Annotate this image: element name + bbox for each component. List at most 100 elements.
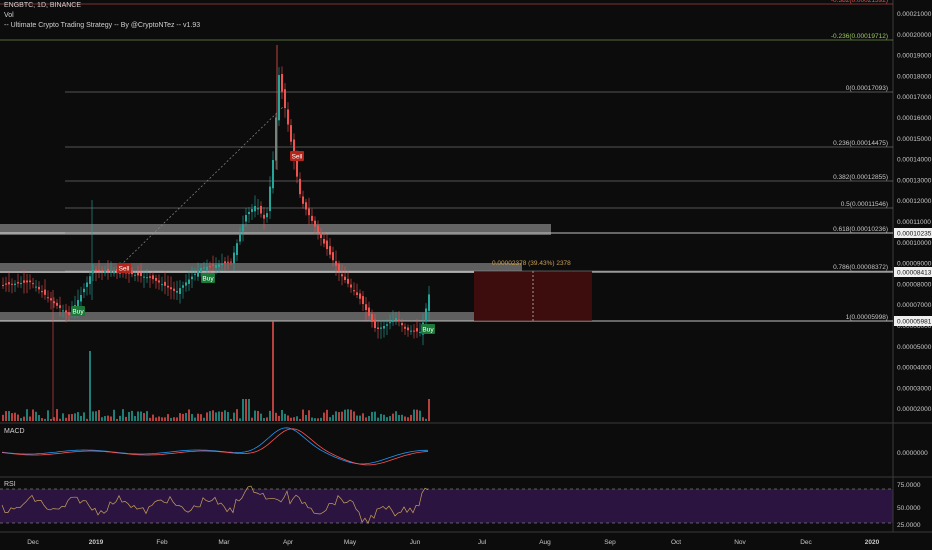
volume-bar — [107, 415, 109, 421]
volume-bar — [308, 410, 310, 421]
price-axis-tick: 0.00014000 — [897, 157, 932, 164]
volume-bar — [32, 409, 34, 421]
volume-bar — [326, 409, 328, 421]
candle-body — [407, 327, 409, 331]
candle-body — [134, 274, 136, 276]
candle-body — [146, 277, 148, 279]
sell-signal-text: Sell — [292, 154, 303, 161]
volume-bar — [113, 409, 115, 421]
volume-bar — [164, 417, 166, 421]
candle-body — [35, 286, 37, 288]
candle-body — [299, 178, 301, 195]
volume-bar — [41, 418, 43, 421]
volume-bar — [260, 413, 262, 421]
current-price-label: 0.00005981 — [897, 319, 932, 326]
candle-body — [344, 276, 346, 280]
volume-bar — [155, 417, 157, 421]
time-axis-tick: Nov — [734, 539, 746, 546]
price-axis-tick: 0.00009000 — [897, 261, 932, 268]
volume-bar — [218, 411, 220, 421]
price-axis-tick: 0.00005000 — [897, 344, 932, 351]
candle-body — [278, 75, 280, 121]
volume-bar — [80, 415, 82, 421]
chart-background — [0, 0, 932, 550]
volume-bar — [209, 411, 211, 421]
trading-chart[interactable]: 0.00002378 (39.43%) 2378 -0.382(0.000213… — [0, 0, 932, 550]
volume-bar — [110, 416, 112, 421]
candle-body — [257, 208, 259, 210]
volume-bar — [293, 417, 295, 421]
volume-bar — [320, 417, 322, 421]
candle-body — [188, 279, 190, 284]
volume-bar — [65, 417, 67, 421]
volume-bar — [95, 411, 97, 421]
candle-body — [212, 264, 214, 266]
candle-body — [425, 308, 427, 321]
volume-bar — [344, 409, 346, 421]
candle-body — [314, 220, 316, 227]
candle-body — [281, 74, 283, 92]
candle-body — [194, 273, 196, 275]
candle-body — [164, 281, 166, 286]
candle-body — [95, 269, 97, 271]
volume-bar — [89, 351, 91, 421]
volume-bar — [290, 417, 292, 421]
volume-bar — [272, 321, 274, 421]
volume-bar — [101, 417, 103, 421]
price-axis-tick: 0.00020000 — [897, 32, 932, 39]
candle-body — [104, 270, 106, 274]
volume-bar — [395, 411, 397, 421]
candle-body — [17, 282, 19, 284]
volume-bar — [158, 416, 160, 421]
time-axis-tick: Mar — [218, 539, 230, 546]
volume-bar — [2, 414, 4, 421]
volume-bar — [386, 417, 388, 421]
volume-indicator-label[interactable]: Vol — [4, 12, 14, 19]
candle-body — [23, 280, 25, 283]
candle-body — [92, 270, 94, 274]
fib-level-label: 1(0.00005998) — [846, 314, 888, 321]
volume-bar — [170, 417, 172, 421]
strategy-indicator-label[interactable]: -- Ultimate Crypto Trading Strategy -- B… — [4, 22, 200, 29]
volume-bar — [422, 417, 424, 421]
candle-body — [404, 326, 406, 329]
candle-body — [305, 202, 307, 210]
volume-bar — [167, 414, 169, 421]
volume-bar — [407, 417, 409, 421]
candle-body — [173, 288, 175, 291]
candle-body — [206, 266, 208, 271]
rsi-axis-tick-50: 50.0000 — [897, 505, 921, 512]
rsi-band — [0, 489, 893, 523]
volume-bar — [371, 411, 373, 421]
candle-body — [149, 276, 151, 278]
macd-panel-label[interactable]: MACD — [4, 428, 25, 435]
candle-body — [332, 252, 334, 261]
candle-body — [413, 330, 415, 332]
volume-bar — [374, 411, 376, 421]
volume-bar — [5, 411, 7, 421]
volume-bar — [329, 417, 331, 421]
candle-body — [248, 212, 250, 215]
candle-body — [236, 243, 238, 256]
price-axis-tick: 0.00007000 — [897, 302, 932, 309]
volume-bar — [257, 410, 259, 421]
price-axis-tick: 0.00010000 — [897, 240, 932, 247]
volume-bar — [14, 412, 16, 421]
volume-bar — [44, 418, 46, 421]
candle-body — [161, 284, 163, 286]
candle-body — [353, 290, 355, 292]
volume-bar — [230, 418, 232, 421]
fib-level-label: -0.382(0.00021392) — [831, 0, 888, 4]
symbol-title[interactable]: ENGBTC, 1D, BINANCE — [4, 2, 81, 9]
price-axis-tick: 0.00016000 — [897, 115, 932, 122]
volume-bar — [137, 411, 139, 421]
rsi-panel-label[interactable]: RSI — [4, 481, 16, 488]
volume-bar — [311, 417, 313, 421]
volume-bar — [74, 413, 76, 421]
candle-body — [251, 209, 253, 212]
candle-body — [80, 295, 82, 302]
volume-bar — [275, 412, 277, 421]
candle-body — [368, 307, 370, 316]
volume-bar — [263, 418, 265, 421]
volume-bar — [50, 418, 52, 421]
